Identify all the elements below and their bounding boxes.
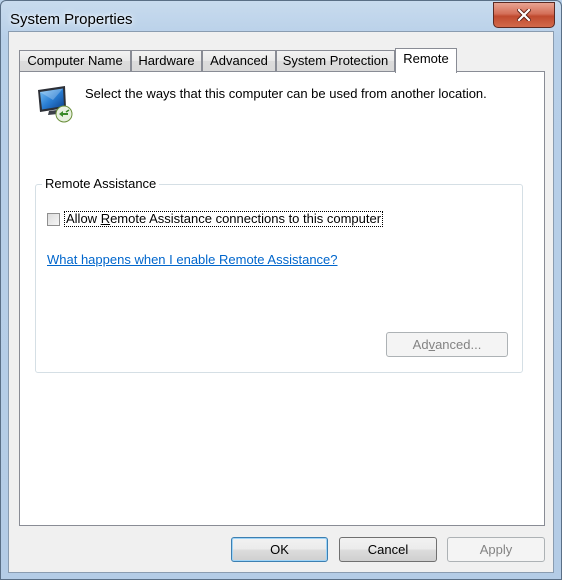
tab-remote[interactable]: Remote bbox=[395, 48, 457, 73]
remote-computer-icon bbox=[35, 84, 75, 124]
dialog-client-area: Computer Name Hardware Advanced System P… bbox=[8, 31, 554, 573]
system-properties-window: System Properties Computer Name Hardware… bbox=[0, 0, 562, 580]
cancel-button[interactable]: Cancel bbox=[339, 537, 437, 562]
intro-text: Select the ways that this computer can b… bbox=[85, 86, 487, 101]
tab-hardware[interactable]: Hardware bbox=[131, 50, 202, 71]
apply-button[interactable]: Apply bbox=[447, 537, 545, 562]
close-icon bbox=[517, 9, 531, 21]
allow-remote-assistance-row[interactable]: Allow Remote Assistance connections to t… bbox=[47, 211, 384, 227]
advanced-button[interactable]: Advanced... bbox=[386, 332, 508, 357]
remote-assistance-help-link[interactable]: What happens when I enable Remote Assist… bbox=[47, 252, 338, 267]
remote-tab-panel: Select the ways that this computer can b… bbox=[19, 71, 545, 526]
allow-remote-assistance-checkbox[interactable] bbox=[47, 212, 60, 226]
tab-computer-name[interactable]: Computer Name bbox=[19, 50, 131, 71]
tab-advanced[interactable]: Advanced bbox=[202, 50, 276, 71]
window-title: System Properties bbox=[10, 11, 133, 28]
group-label: Remote Assistance bbox=[42, 176, 160, 191]
allow-remote-assistance-label[interactable]: Allow Remote Assistance connections to t… bbox=[64, 211, 384, 227]
ok-button[interactable]: OK bbox=[231, 537, 328, 562]
tab-system-protection[interactable]: System Protection bbox=[276, 50, 395, 71]
close-button[interactable] bbox=[493, 2, 555, 28]
remote-assistance-group: Remote Assistance Allow Remote Assistanc… bbox=[35, 176, 523, 373]
